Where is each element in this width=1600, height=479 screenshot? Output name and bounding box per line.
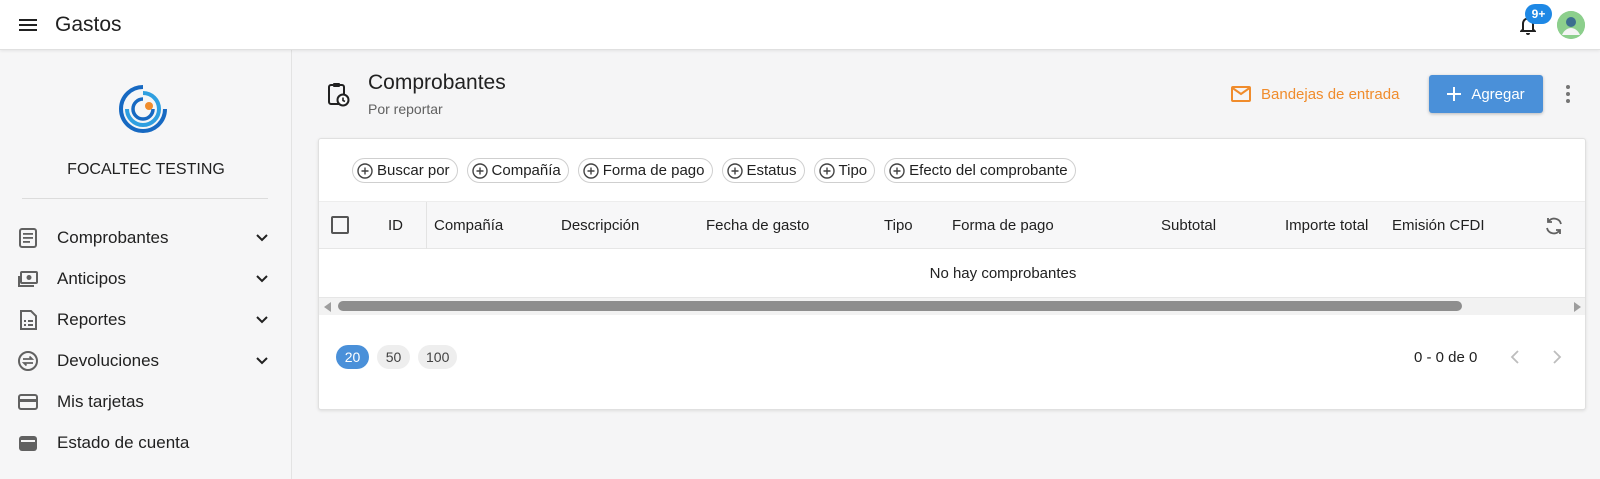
refresh-icon[interactable] (1543, 215, 1565, 237)
column-header-description[interactable]: Descripción (561, 217, 639, 234)
inbox-button-label: Bandejas de entrada (1261, 85, 1400, 103)
sidebar: FOCALTEC TESTING Comprobantes Anticipos … (0, 50, 292, 479)
add-button-label: Agregar (1471, 85, 1525, 103)
column-header-id[interactable]: ID (388, 217, 403, 234)
chevron-right-icon[interactable] (1547, 348, 1565, 366)
chevron-left-icon[interactable] (1507, 348, 1525, 366)
chevron-down-icon (256, 356, 268, 364)
filter-chip-status[interactable]: Estatus (721, 158, 805, 183)
avatar[interactable] (1557, 11, 1585, 39)
add-circle-icon (889, 162, 905, 179)
sidebar-item-comprobantes[interactable]: Comprobantes (0, 217, 292, 258)
pagination-range: 0 - 0 de 0 (1414, 349, 1478, 366)
add-circle-icon (818, 162, 835, 179)
add-button[interactable]: Agregar (1429, 75, 1543, 113)
sidebar-item-devoluciones[interactable]: Devoluciones (0, 340, 292, 381)
page-title: Comprobantes (368, 71, 506, 94)
cash-icon (18, 270, 38, 287)
filter-chip-label: Efecto del comprobante (909, 162, 1068, 179)
filter-chip-search[interactable]: Buscar por (352, 158, 458, 183)
column-header-total-amount[interactable]: Importe total (1285, 217, 1368, 234)
wallet-icon (19, 435, 37, 451)
filter-chips: Buscar por Compañía Forma de pago Estatu… (352, 158, 1076, 183)
sidebar-item-label: Reportes (57, 309, 126, 329)
org-name: FOCALTEC TESTING (67, 161, 225, 178)
filter-chip-label: Estatus (746, 162, 797, 179)
receipts-card: Buscar por Compañía Forma de pago Estatu… (318, 138, 1586, 410)
column-header-cfdi-issuance[interactable]: Emisión CFDI (1392, 217, 1485, 234)
scrollbar-thumb[interactable] (338, 301, 1462, 311)
credit-card-icon (18, 393, 38, 410)
filter-chip-company[interactable]: Compañía (466, 158, 569, 183)
report-icon (20, 309, 37, 330)
add-circle-icon (357, 162, 373, 179)
sidebar-item-estado-de-cuenta[interactable]: Estado de cuenta (0, 422, 292, 463)
column-divider (426, 202, 427, 249)
sidebar-item-label: Estado de cuenta (57, 432, 190, 452)
sidebar-item-label: Anticipos (57, 268, 126, 288)
select-all-checkbox[interactable] (331, 216, 349, 234)
notification-badge[interactable]: 9+ (1525, 4, 1552, 24)
plus-icon (1447, 87, 1462, 101)
clipboard-clock-icon (328, 83, 350, 107)
chevron-down-icon (256, 233, 268, 241)
chevron-down-icon (256, 315, 268, 323)
scroll-right-icon[interactable] (1574, 302, 1581, 312)
sidebar-item-label: Devoluciones (57, 350, 160, 370)
filter-chip-label: Compañía (491, 162, 561, 179)
sidebar-item-reportes[interactable]: Reportes (0, 299, 292, 340)
top-app-bar: Gastos 9+ (0, 0, 1600, 50)
filter-chip-label: Buscar por (377, 162, 450, 179)
horizontal-scrollbar[interactable] (319, 298, 1585, 315)
sidebar-item-label: Comprobantes (57, 227, 169, 247)
sidebar-divider (22, 198, 268, 199)
menu-icon[interactable] (16, 13, 40, 37)
sidebar-item-label: Mis tarjetas (57, 391, 144, 411)
sidebar-item-mis-tarjetas[interactable]: Mis tarjetas (0, 381, 292, 422)
filter-chip-label: Tipo (838, 162, 868, 179)
scroll-left-icon[interactable] (324, 302, 331, 312)
app-title: Gastos (55, 13, 122, 36)
empty-message: No hay comprobantes (929, 265, 1077, 282)
page-size-20[interactable]: 20 (336, 345, 369, 369)
add-circle-icon (726, 162, 743, 179)
page-size-50[interactable]: 50 (377, 345, 410, 369)
column-header-company[interactable]: Compañía (434, 217, 503, 234)
page-size-selector: 20 50 100 (336, 345, 458, 369)
add-circle-icon (583, 162, 599, 179)
company-logo-icon (119, 85, 167, 133)
filter-chip-payment-method[interactable]: Forma de pago (577, 158, 713, 183)
page-subtitle: Por reportar (368, 101, 443, 117)
filter-chip-type[interactable]: Tipo (813, 158, 876, 183)
chevron-down-icon (256, 274, 268, 282)
filter-chip-receipt-effect[interactable]: Efecto del comprobante (884, 158, 1076, 183)
column-header-type[interactable]: Tipo (884, 217, 913, 234)
column-header-expense-date[interactable]: Fecha de gasto (706, 217, 809, 234)
column-header-subtotal[interactable]: Subtotal (1161, 217, 1216, 234)
exchange-icon (18, 350, 38, 371)
filter-chip-label: Forma de pago (602, 162, 705, 179)
user-avatar-icon (1557, 11, 1585, 39)
page-size-100[interactable]: 100 (418, 345, 458, 369)
receipt-icon (19, 227, 37, 248)
add-circle-icon (471, 162, 488, 179)
sidebar-item-anticipos[interactable]: Anticipos (0, 258, 292, 299)
mail-icon (1231, 86, 1251, 102)
table-header: ID Compañía Descripción Fecha de gasto T… (319, 201, 1585, 249)
column-header-payment-method[interactable]: Forma de pago (952, 217, 1054, 234)
empty-state: No hay comprobantes (319, 249, 1585, 298)
more-vertical-icon[interactable] (1560, 84, 1576, 104)
inbox-button[interactable]: Bandejas de entrada (1231, 82, 1399, 106)
